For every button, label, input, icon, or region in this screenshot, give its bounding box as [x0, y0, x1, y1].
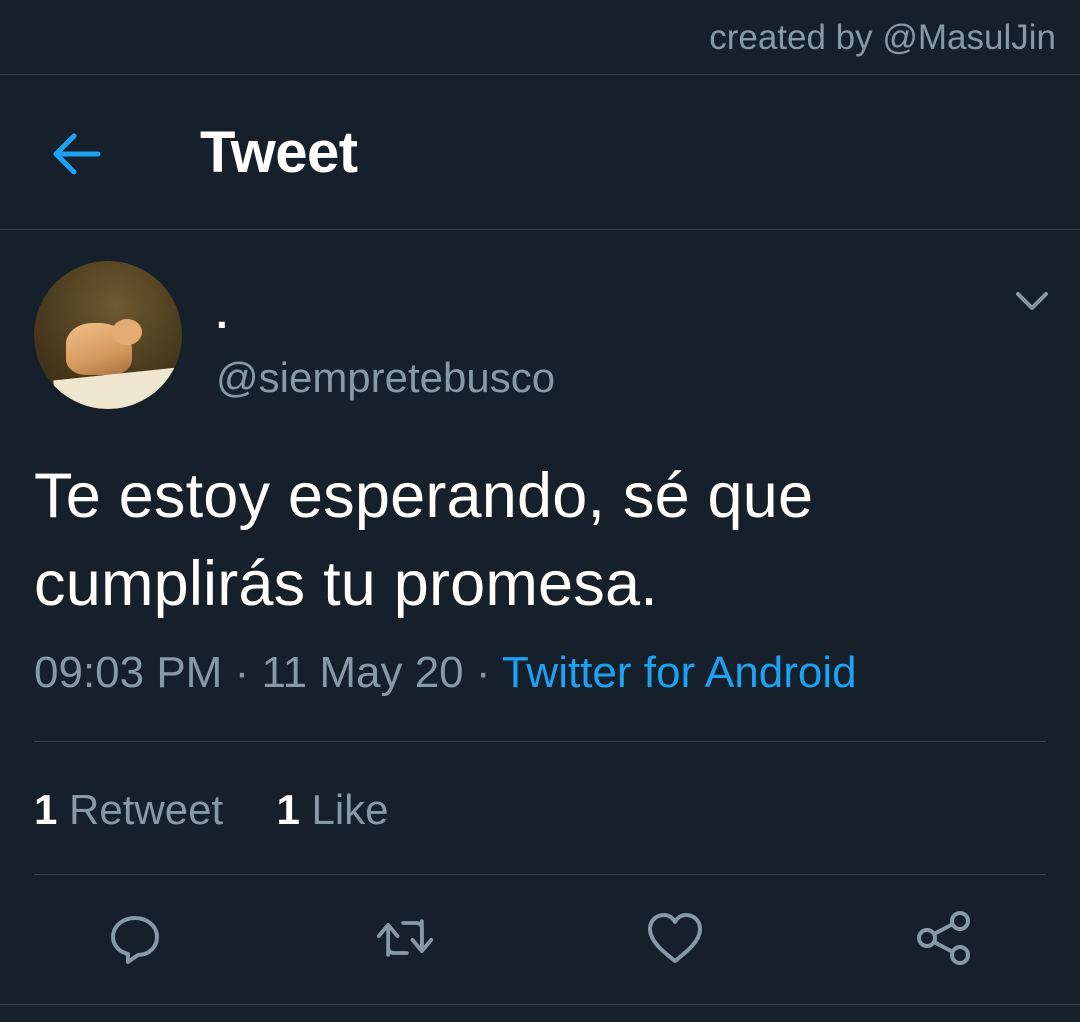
like-label: Like: [311, 786, 389, 833]
tweet-text-line: Te estoy esperando, sé que: [34, 461, 814, 531]
tweet-meta: 09:03 PM · 11 May 20 · Twitter for Andro…: [34, 648, 857, 698]
meta-divider: [34, 741, 1046, 742]
credit-watermark: created by @MasulJin: [709, 18, 1056, 57]
engagement-counts: 1 Retweet 1 Like: [34, 786, 389, 834]
share-button[interactable]: [914, 908, 974, 968]
reply-button[interactable]: [105, 908, 165, 968]
retweet-button[interactable]: [375, 908, 435, 968]
app-header: Tweet: [0, 75, 1080, 229]
page-title: Tweet: [200, 120, 358, 185]
counts-divider: [34, 874, 1046, 875]
header-divider: [0, 229, 1080, 230]
display-name[interactable]: .: [216, 290, 228, 338]
avatar[interactable]: [34, 261, 182, 409]
share-icon: [917, 911, 970, 965]
bottom-divider: [0, 1004, 1080, 1005]
retweet-icon: [376, 919, 434, 957]
heart-icon: [648, 913, 702, 963]
arrow-left-icon: [53, 133, 101, 175]
tweet-text-line: cumplirás tu promesa.: [34, 549, 658, 619]
tweet-client-link[interactable]: Twitter for Android: [502, 648, 857, 697]
meta-separator: ·: [222, 648, 262, 697]
retweet-label: Retweet: [69, 786, 224, 833]
chevron-down-icon: [1016, 292, 1048, 310]
like-button[interactable]: [645, 908, 705, 968]
like-count: 1: [276, 786, 300, 833]
back-button[interactable]: [46, 129, 106, 179]
meta-separator: ·: [463, 648, 502, 697]
tweet-date: 11 May 20: [261, 648, 464, 697]
tweet-text: Te estoy esperando, sé que cumplirás tu …: [34, 452, 1034, 628]
more-options-button[interactable]: [1010, 282, 1054, 320]
user-handle[interactable]: @siempretebusco: [216, 354, 555, 402]
retweet-count: 1: [34, 786, 58, 833]
tweet-time: 09:03 PM: [34, 648, 223, 697]
reply-icon: [111, 916, 159, 964]
like-count-link[interactable]: 1 Like: [276, 786, 388, 833]
retweet-count-link[interactable]: 1 Retweet: [34, 786, 223, 833]
